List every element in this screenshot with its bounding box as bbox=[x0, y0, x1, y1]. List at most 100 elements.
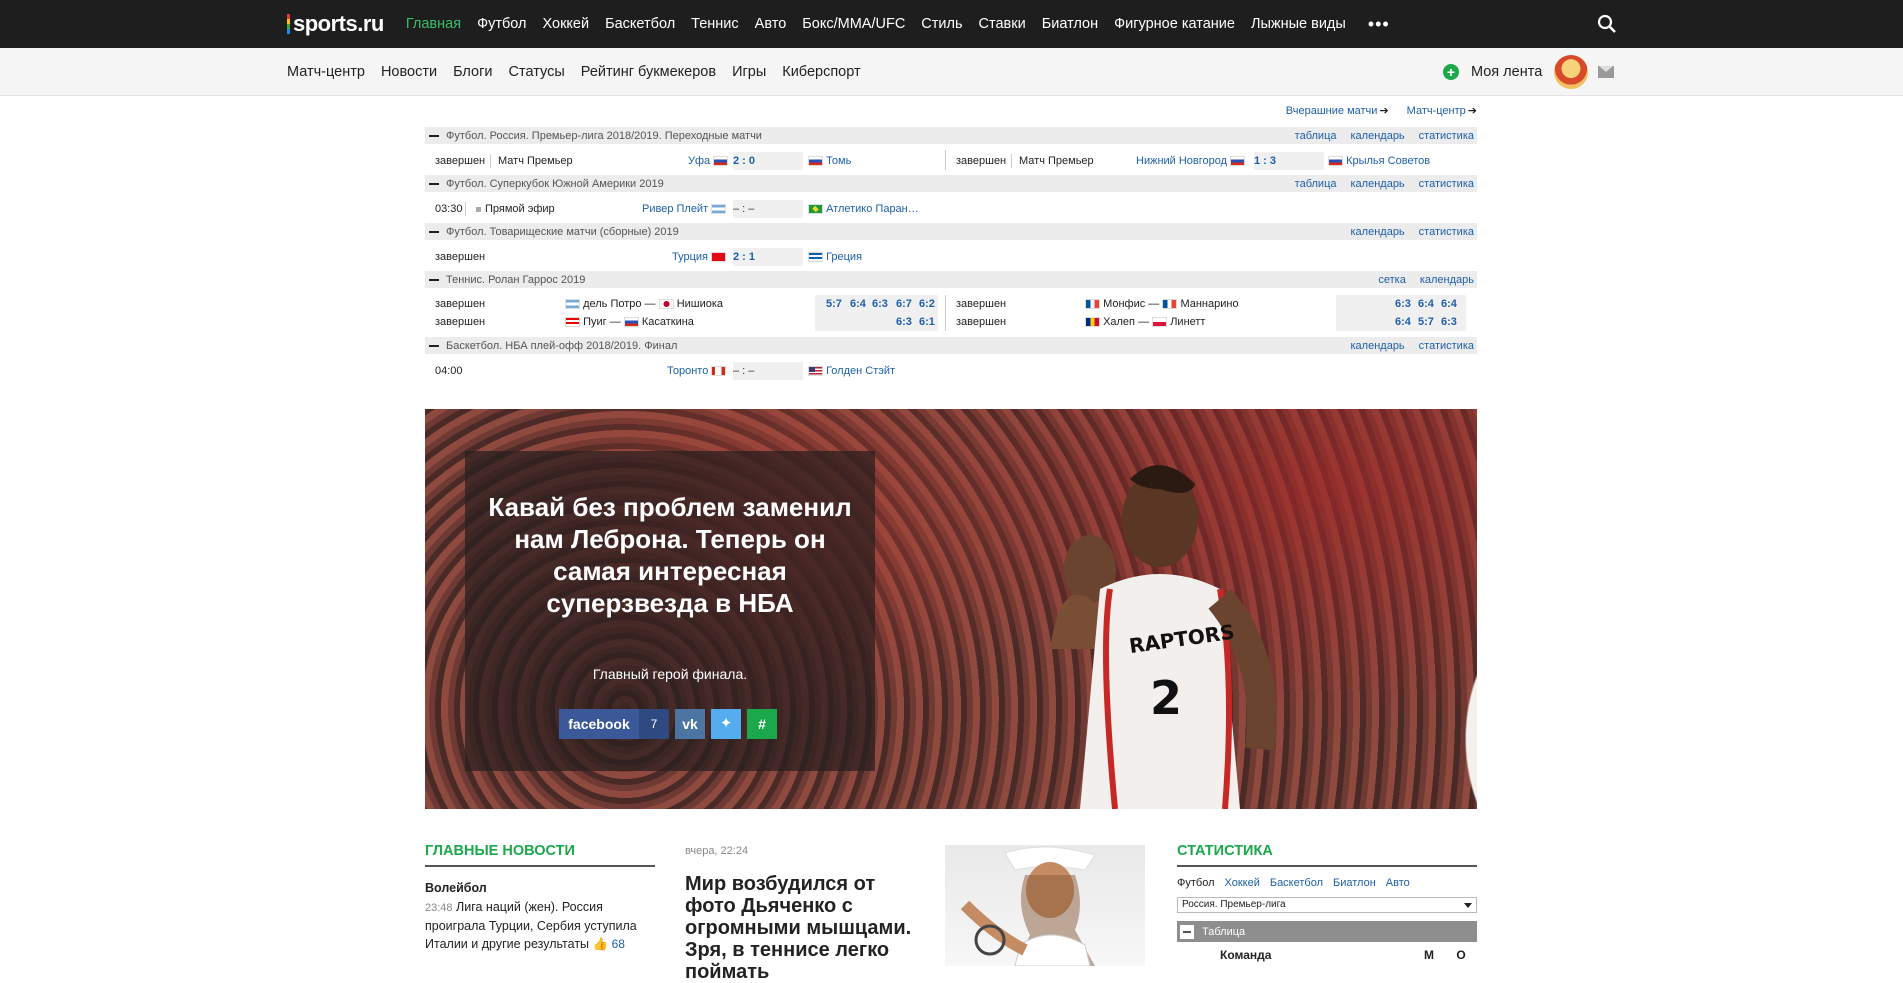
calendar-link[interactable]: календарь bbox=[1351, 226, 1405, 238]
tennis-players[interactable]: Халеп — Линетт bbox=[1085, 313, 1205, 331]
statistics-link[interactable]: статистика bbox=[1419, 130, 1474, 142]
collapse-icon[interactable] bbox=[429, 134, 439, 137]
hash-share-icon[interactable]: # bbox=[747, 709, 777, 739]
match-score[interactable]: 2 : 0 bbox=[733, 152, 803, 170]
home-team[interactable]: Турция bbox=[672, 248, 727, 266]
featured-article[interactable]: вчера, 22:24 Мир возбудился от фото Дьяч… bbox=[685, 845, 925, 983]
calendar-link[interactable]: календарь bbox=[1351, 340, 1405, 352]
main-news-heading[interactable]: ГЛАВНЫЕ НОВОСТИ bbox=[425, 843, 655, 867]
set-score: 5:7 bbox=[1418, 316, 1434, 328]
match-center-link[interactable]: Матч-центр ➔ bbox=[1407, 104, 1477, 117]
table-link[interactable]: таблица bbox=[1295, 130, 1337, 142]
stats-tab-hockey[interactable]: Хоккей bbox=[1225, 877, 1260, 889]
tournament-header[interactable]: Футбол. Товарищеские матчи (сборные) 201… bbox=[425, 223, 1477, 240]
flag-icon bbox=[711, 204, 727, 214]
tennis-score-box[interactable]: 5:7 6:4 6:3 6:7 6:2 6:3 6:1 bbox=[815, 295, 938, 331]
stats-tab-basketball[interactable]: Баскетбол bbox=[1270, 877, 1323, 889]
match-status: 04:00 bbox=[435, 365, 463, 377]
flag-icon bbox=[713, 156, 729, 166]
nav-item-tennis[interactable]: Теннис bbox=[691, 16, 738, 32]
home-team[interactable]: Нижний Новгород bbox=[1136, 152, 1246, 170]
collapse-icon[interactable] bbox=[429, 182, 439, 185]
calendar-link[interactable]: календарь bbox=[1351, 178, 1405, 190]
statistics-link[interactable]: статистика bbox=[1419, 226, 1474, 238]
match-score[interactable]: 1 : 3 bbox=[1254, 152, 1324, 170]
subnav-match-center[interactable]: Матч-центр bbox=[287, 64, 365, 80]
stats-tab-football[interactable]: Футбол bbox=[1177, 877, 1215, 889]
nav-item-auto[interactable]: Авто bbox=[755, 16, 787, 32]
subnav-bookmakers-rating[interactable]: Рейтинг букмекеров bbox=[581, 64, 716, 80]
nav-item-main[interactable]: Главная bbox=[406, 16, 461, 32]
table-link[interactable]: таблица bbox=[1295, 178, 1337, 190]
match-score[interactable]: 2 : 1 bbox=[733, 248, 803, 266]
away-team[interactable]: Греция bbox=[808, 248, 862, 266]
subnav-blogs[interactable]: Блоги bbox=[453, 64, 492, 80]
nav-item-hockey[interactable]: Хоккей bbox=[543, 16, 590, 32]
calendar-link[interactable]: календарь bbox=[1420, 274, 1474, 286]
away-team[interactable]: Голден Стэйт bbox=[808, 362, 895, 380]
statistics-link[interactable]: статистика bbox=[1419, 340, 1474, 352]
tournament-header[interactable]: Баскетбол. НБА плей-офф 2018/2019. Финал… bbox=[425, 337, 1477, 354]
home-team[interactable]: Уфа bbox=[688, 152, 729, 170]
bracket-link[interactable]: сетка bbox=[1378, 274, 1405, 286]
article-title[interactable]: Мир возбудился от фото Дьяченко с огромн… bbox=[685, 873, 925, 983]
subnav-esports[interactable]: Киберспорт bbox=[782, 64, 860, 80]
collapse-icon[interactable] bbox=[429, 278, 439, 281]
hero-title[interactable]: Кавай без проблем заменил нам Леброна. Т… bbox=[485, 491, 855, 619]
collapse-icon[interactable] bbox=[1180, 924, 1194, 939]
home-team[interactable]: Торонто bbox=[667, 362, 727, 380]
twitter-share-icon[interactable]: ✦ bbox=[711, 709, 741, 739]
subnav-games[interactable]: Игры bbox=[732, 64, 766, 80]
subnav-statuses[interactable]: Статусы bbox=[509, 64, 565, 80]
search-icon[interactable] bbox=[1597, 14, 1617, 34]
flag-icon bbox=[1152, 317, 1168, 327]
tennis-players[interactable]: дель Потро — Нишиока bbox=[565, 295, 723, 313]
stats-tab-auto[interactable]: Авто bbox=[1386, 877, 1410, 889]
tennis-players[interactable]: Пуиг — Касаткина bbox=[565, 313, 694, 331]
nav-item-figure-skating[interactable]: Фигурное катание bbox=[1114, 16, 1235, 32]
match-row[interactable]: завершен bbox=[435, 152, 485, 170]
tournament-header[interactable]: Футбол. Россия. Премьер-лига 2018/2019. … bbox=[425, 127, 1477, 144]
statistics-heading[interactable]: СТАТИСТИКА bbox=[1177, 843, 1477, 867]
stats-tab-biathlon[interactable]: Биатлон bbox=[1333, 877, 1376, 889]
tournament-header[interactable]: Теннис. Ролан Гаррос 2019 сетка календар… bbox=[425, 271, 1477, 288]
nav-item-bets[interactable]: Ставки bbox=[979, 16, 1026, 32]
tennis-score-box[interactable]: 6:3 6:4 6:4 6:4 5:7 6:3 bbox=[1336, 295, 1466, 331]
facebook-share-button[interactable]: facebook 7 bbox=[559, 709, 669, 739]
match-score[interactable]: – : – bbox=[733, 200, 803, 218]
calendar-link[interactable]: календарь bbox=[1351, 130, 1405, 142]
yesterday-matches-link[interactable]: Вчерашние матчи ➔ bbox=[1286, 104, 1389, 117]
more-menu-icon[interactable]: ••• bbox=[1368, 14, 1390, 35]
away-team[interactable]: Крылья Советов bbox=[1328, 152, 1430, 170]
site-logo[interactable]: sports.ru bbox=[287, 11, 384, 37]
nav-item-style[interactable]: Стиль bbox=[921, 16, 962, 32]
away-team[interactable]: Томь bbox=[808, 152, 851, 170]
tennis-players[interactable]: Монфис — Маннарино bbox=[1085, 295, 1239, 313]
nav-item-football[interactable]: Футбол bbox=[477, 16, 526, 32]
league-select[interactable]: Россия. Премьер-лига bbox=[1177, 897, 1477, 913]
news-item[interactable]: 23:48 Лига наций (жен). Россия проиграла… bbox=[425, 898, 655, 953]
nav-item-biathlon[interactable]: Биатлон bbox=[1042, 16, 1098, 32]
table-section-header[interactable]: Таблица bbox=[1177, 921, 1477, 942]
nav-item-basketball[interactable]: Баскетбол bbox=[605, 16, 675, 32]
avatar[interactable] bbox=[1554, 55, 1589, 89]
collapse-icon[interactable] bbox=[429, 344, 439, 347]
plus-icon[interactable]: + bbox=[1443, 64, 1459, 80]
subnav-news[interactable]: Новости bbox=[381, 64, 437, 80]
vk-share-icon[interactable]: vk bbox=[675, 709, 705, 739]
mail-icon[interactable] bbox=[1598, 66, 1615, 78]
article-photo[interactable] bbox=[945, 845, 1145, 966]
nav-item-boxing[interactable]: Бокс/ММА/UFC bbox=[802, 16, 905, 32]
home-team[interactable]: Ривер Плейт bbox=[642, 200, 727, 218]
match-status: завершен bbox=[435, 251, 486, 263]
statistics-link[interactable]: статистика bbox=[1419, 178, 1474, 190]
tournament-header[interactable]: Футбол. Суперкубок Южной Америки 2019 та… bbox=[425, 175, 1477, 192]
my-feed-link[interactable]: Моя лента bbox=[1471, 64, 1542, 80]
news-category[interactable]: Волейбол bbox=[425, 881, 655, 895]
collapse-icon[interactable] bbox=[429, 230, 439, 233]
away-team[interactable]: Атлетико Паран… bbox=[808, 200, 919, 218]
flag-icon bbox=[1085, 299, 1100, 309]
nav-item-skiing[interactable]: Лыжные виды bbox=[1251, 16, 1346, 32]
match-score[interactable]: – : – bbox=[733, 362, 803, 380]
hero-banner[interactable]: RAPTORS 2 Кавай без проблем заменил нам … bbox=[425, 409, 1477, 809]
